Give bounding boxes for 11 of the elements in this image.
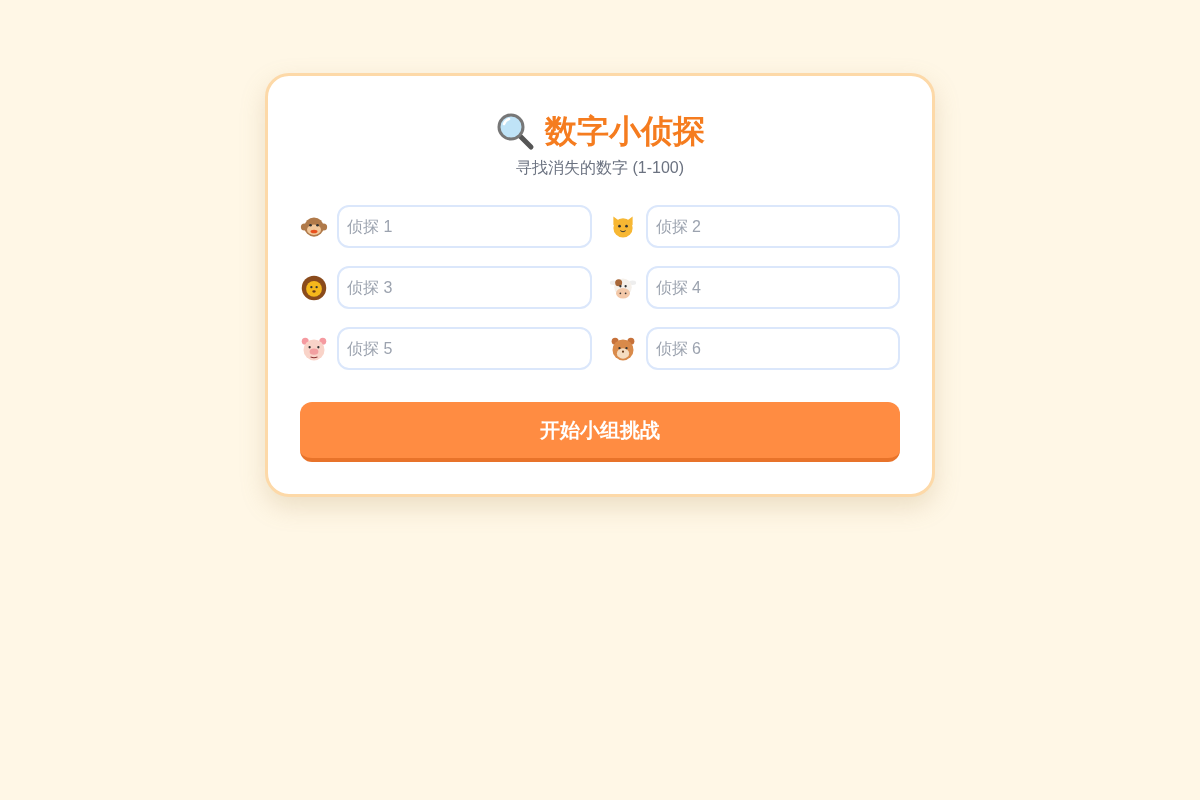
name-field[interactable]: 侦探 5 [337,327,592,370]
name-field[interactable]: 侦探 3 [337,266,592,309]
name-field[interactable]: 侦探 4 [645,266,900,309]
subtitle: 寻找消失的数字 (1-100) [515,158,685,178]
name-field[interactable]: 侦探 1 [337,205,592,248]
start-button[interactable]: 开始小组挑战 [300,402,900,462]
app-title: 数字小侦探 [545,112,705,151]
name-field[interactable]: 侦探 2 [645,205,900,248]
magnifier-icon [495,111,535,151]
name-field[interactable]: 侦探 6 [645,327,900,370]
lion-face-icon [300,273,328,302]
